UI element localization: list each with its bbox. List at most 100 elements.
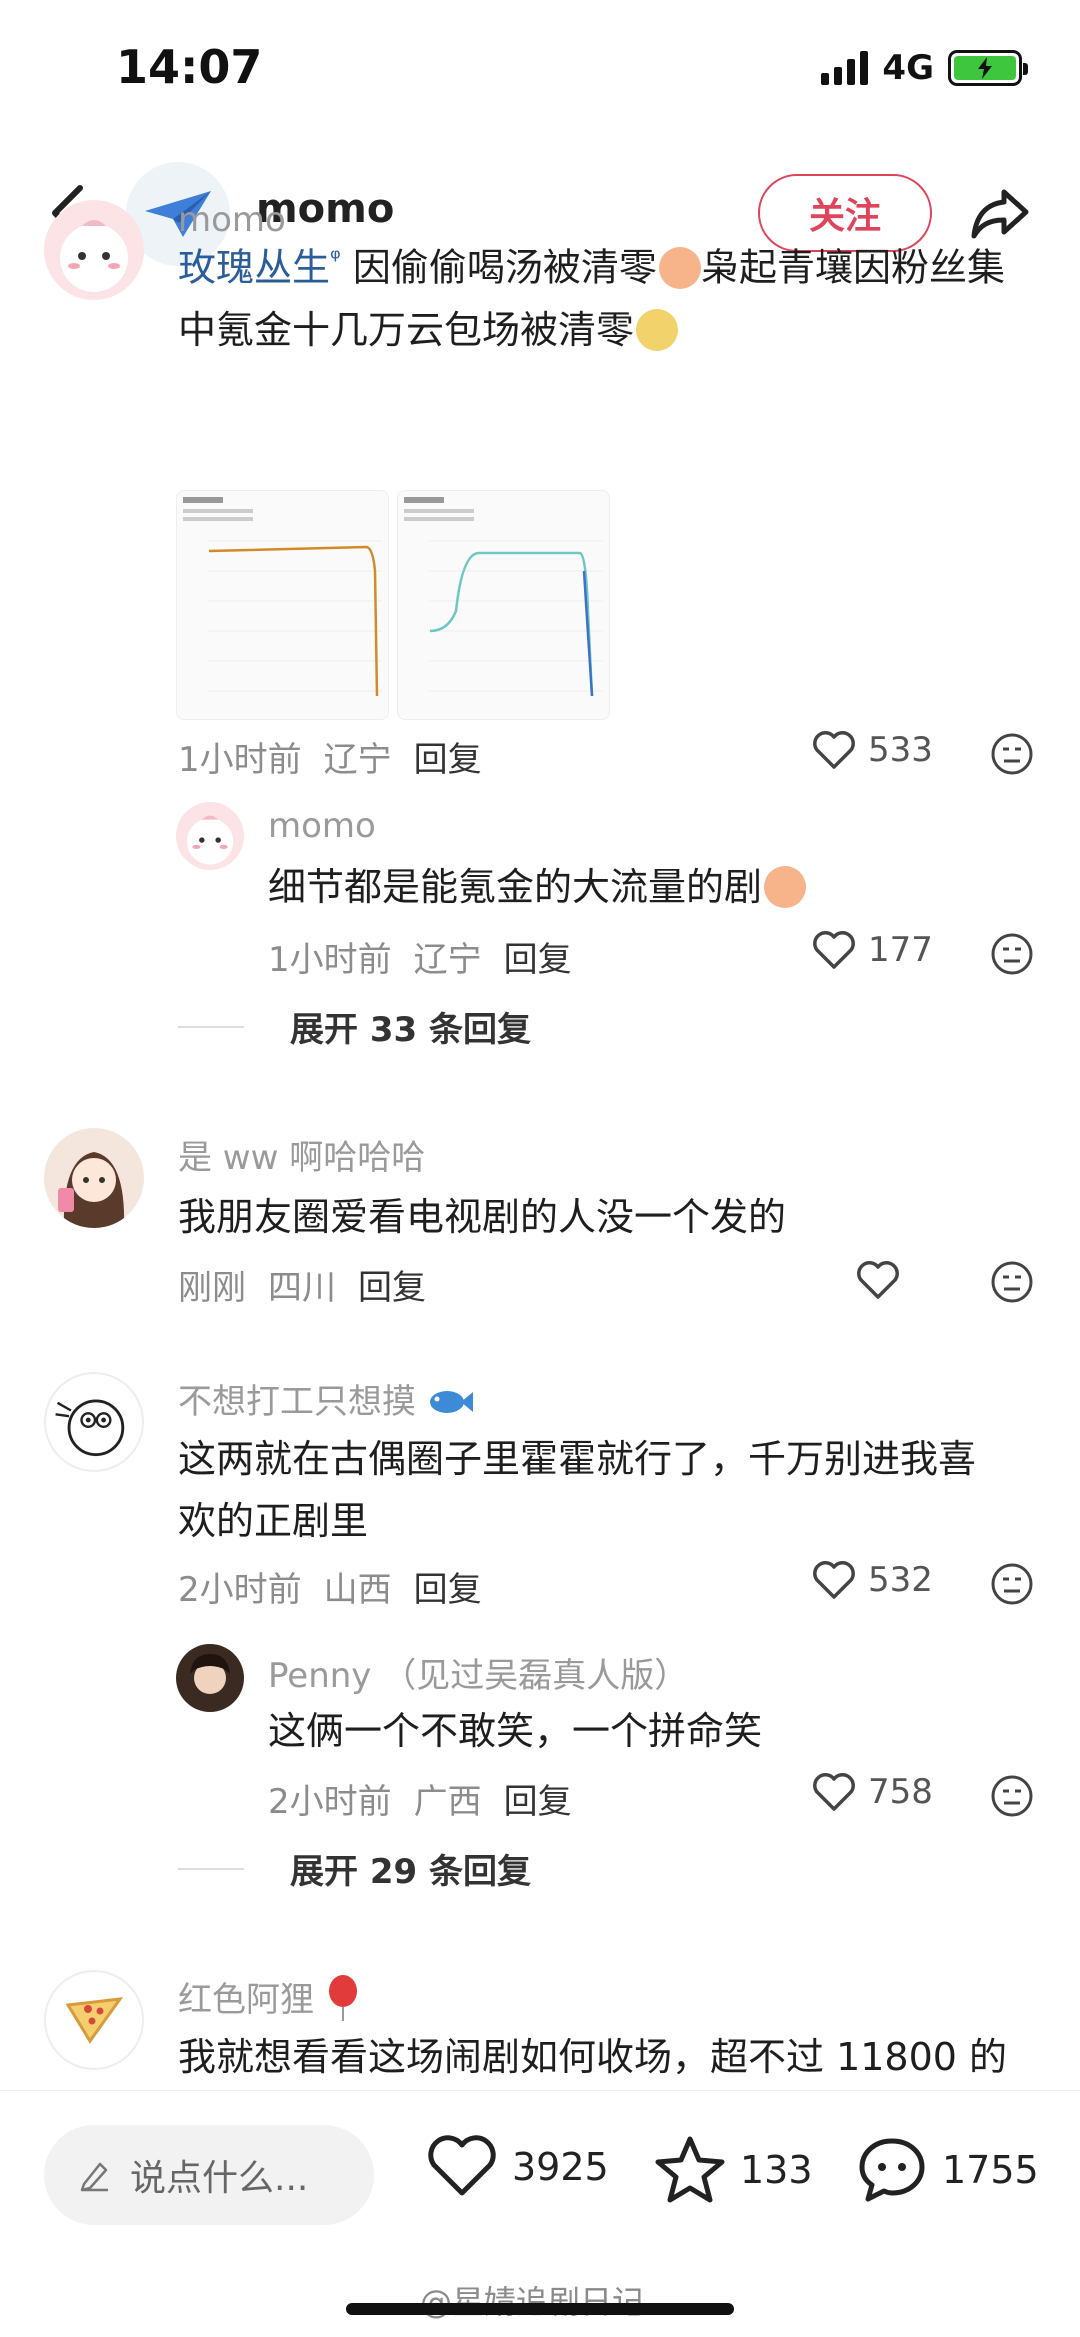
reply-meta: 1小时前 辽宁 回复 [268, 932, 572, 981]
reply-username[interactable]: momo [268, 806, 376, 846]
comment-location: 山西 [323, 1570, 392, 1610]
fish-emoji-icon [429, 1391, 473, 1413]
expand-replies-button[interactable]: 展开 33 条回复 [178, 1002, 531, 1051]
dislike-face-icon[interactable] [990, 1260, 1034, 1304]
crying-emoji-icon [764, 866, 807, 908]
comment-text: 这两就在古偶圈子里霍霍就行了，千万别进我喜 欢的正剧里 [178, 1428, 1018, 1552]
bottom-bar: 说点什么... 3925 133 1755 @星婧追剧日记 [0, 2090, 1080, 2337]
comment-meta: 2小时前 山西 回复 [178, 1562, 482, 1611]
comment-time: 1小时前 [178, 740, 302, 780]
expand-label: 展开 33 条回复 [290, 1010, 531, 1050]
chart-image[interactable] [176, 490, 389, 720]
avatar[interactable] [44, 1372, 144, 1472]
expand-replies-button[interactable]: 展开 29 条回复 [178, 1844, 531, 1893]
watermark: @星婧追剧日记 [420, 2283, 645, 2321]
reply-location: 广西 [413, 1782, 482, 1822]
comment-text-part: 因偷偷喝汤被清零 [352, 245, 657, 290]
comments-button[interactable]: 1755 [856, 2135, 1039, 2205]
dislike-face-icon[interactable] [990, 1774, 1034, 1818]
smiling-emoji-icon [636, 308, 679, 351]
dislike-face-icon[interactable] [990, 1562, 1034, 1606]
status-icons: 4G [821, 48, 1028, 88]
chat-bubble-icon [859, 2138, 925, 2202]
chart-image[interactable] [397, 490, 610, 720]
heart-icon [813, 731, 855, 769]
comment-text: 我朋友圈爱看电视剧的人没一个发的 [178, 1195, 787, 1239]
input-placeholder: 说点什么... [130, 2158, 309, 2199]
home-indicator[interactable] [346, 2303, 734, 2315]
heart-icon [813, 1773, 855, 1811]
comment-time: 2小时前 [178, 1570, 302, 1610]
comment-meta: 刚刚 四川 回复 [178, 1260, 426, 1309]
divider [178, 1867, 244, 1870]
reply-button[interactable]: 回复 [504, 1774, 572, 1823]
dislike-face-icon[interactable] [990, 732, 1034, 776]
pencil-icon [80, 2162, 108, 2192]
crying-emoji-icon [658, 246, 701, 289]
search-icon: ᵠ [330, 244, 341, 274]
like-button[interactable] [856, 1260, 900, 1300]
avatar[interactable] [44, 1128, 144, 1228]
comment-time: 刚刚 [178, 1268, 246, 1308]
comment-images[interactable] [176, 490, 610, 720]
comment-username[interactable]: 是 ww 啊哈哈哈 [178, 1130, 425, 1179]
reply-text: 细节都是能氪金的大流量的剧 [268, 856, 1018, 918]
like-button[interactable]: 758 [812, 1772, 933, 1812]
comment-username[interactable]: 不想打工只想摸 [178, 1374, 475, 1423]
reply-time: 2小时前 [268, 1782, 392, 1822]
divider [178, 1025, 244, 1028]
signal-icon [821, 51, 869, 85]
comment-text: 玫瑰丛生ᵠ 因偷偷喝汤被清零 枭起青壤因粉丝集中氪金十几万云包场被清零 [178, 228, 1018, 361]
like-button[interactable]: 532 [812, 1560, 933, 1600]
comment-input[interactable]: 说点什么... [44, 2125, 374, 2225]
status-bar: 14:07 4G [0, 0, 1080, 140]
like-count: 532 [868, 1560, 933, 1600]
comment-text-line: 欢的正剧里 [178, 1499, 369, 1543]
username-label: 不想打工只想摸 [178, 1382, 416, 1422]
reply-username[interactable]: Penny （见过吴磊真人版） [268, 1648, 688, 1697]
heart-icon [428, 2135, 496, 2196]
comment-text: 我就想看看这场闹剧如何收场，超不过 11800 的 [178, 2035, 1008, 2079]
avatar[interactable] [44, 1970, 144, 2070]
reply-button[interactable]: 回复 [414, 1562, 482, 1611]
username-label: 红色阿狸 [178, 1980, 314, 2020]
comment-count: 1755 [942, 2148, 1039, 2192]
expand-label: 展开 29 条回复 [290, 1852, 531, 1892]
reply-location: 辽宁 [413, 940, 482, 980]
like-button[interactable]: 177 [812, 930, 933, 970]
like-count: 3925 [512, 2145, 609, 2189]
comment-location: 辽宁 [323, 740, 392, 780]
star-icon [655, 2136, 725, 2203]
reply-button[interactable]: 回复 [358, 1260, 426, 1309]
pizza-icon [65, 1997, 124, 2044]
comment-location: 四川 [268, 1268, 336, 1308]
reply-button[interactable]: 回复 [414, 732, 482, 781]
comment-username[interactable]: 红色阿狸 [178, 1972, 361, 2021]
battery-icon [948, 50, 1028, 86]
status-time: 14:07 [116, 40, 263, 94]
reply-button[interactable]: 回复 [504, 932, 572, 981]
reply-meta: 2小时前 广西 回复 [268, 1774, 572, 1823]
balloon-emoji-icon [328, 1975, 357, 2021]
dislike-face-icon[interactable] [990, 932, 1034, 976]
comment-text-line: 这两就在古偶圈子里霍霍就行了，千万别进我喜 [178, 1437, 977, 1481]
comment-meta: 1小时前 辽宁 回复 [178, 732, 482, 781]
like-post-button[interactable]: 3925 [426, 2135, 609, 2199]
reply-text: 这俩一个不敢笑，一个拼命笑 [268, 1709, 763, 1753]
network-label: 4G [882, 48, 934, 88]
like-button[interactable]: 533 [812, 730, 933, 770]
avatar[interactable] [176, 1644, 244, 1712]
reply-time: 1小时前 [268, 940, 392, 980]
like-count: 177 [868, 930, 933, 970]
heart-icon [857, 1261, 899, 1299]
like-count: 758 [868, 1772, 933, 1812]
avatar[interactable] [176, 802, 244, 870]
favorite-count: 133 [740, 2148, 813, 2192]
favorite-button[interactable]: 133 [654, 2135, 813, 2205]
reply-text-body: 细节都是能氪金的大流量的剧 [268, 865, 763, 909]
avatar[interactable] [44, 200, 144, 300]
like-count: 533 [868, 730, 933, 770]
topic-link[interactable]: 玫瑰丛生 [178, 246, 330, 290]
heart-icon [813, 1561, 855, 1599]
heart-icon [813, 931, 855, 969]
